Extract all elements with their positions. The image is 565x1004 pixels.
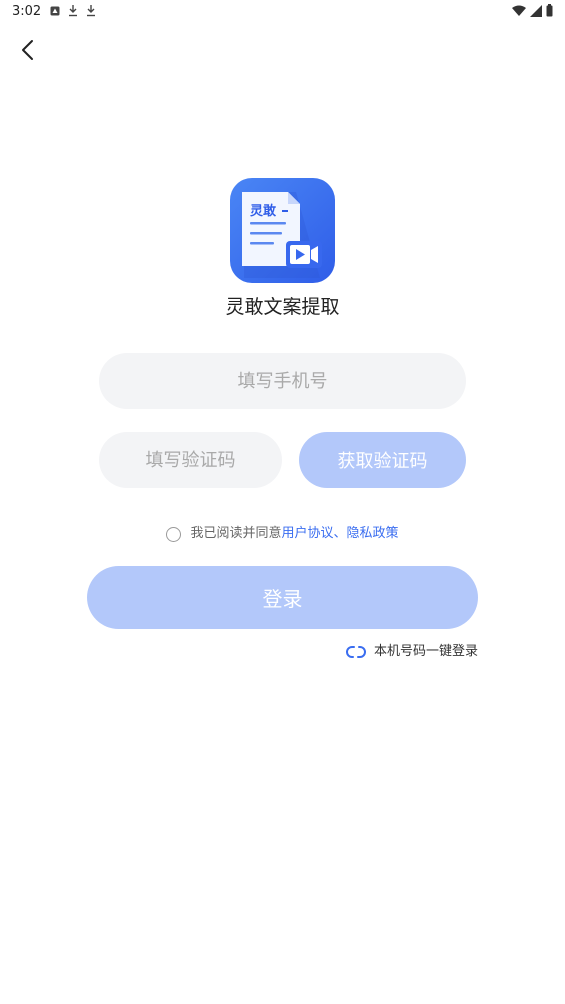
login-button[interactable]: 登录 xyxy=(87,566,478,629)
verification-code-input[interactable] xyxy=(99,432,282,488)
app-name: 灵敢文案提取 xyxy=(225,296,340,318)
status-time: 3:02 xyxy=(12,4,42,19)
logo-text: 灵敢 xyxy=(250,203,277,219)
one-click-login[interactable]: 本机号码一键登录 xyxy=(346,642,478,662)
agree-checkbox[interactable] xyxy=(166,526,182,542)
download-icon xyxy=(87,5,95,17)
phone-input[interactable] xyxy=(99,353,466,409)
login-screen: 3:02 灵敢 灵敢文案提取 填写手机号 填写验证码 获取验证码 我已阅读并同意… xyxy=(0,0,565,1004)
download-icon xyxy=(69,5,77,17)
status-icons-left xyxy=(50,4,96,17)
wifi-icon xyxy=(512,5,526,16)
privacy-policy-link[interactable]: 隐私政策 xyxy=(347,524,399,544)
agreement-row: 我已阅读并同意 用户协议 、 隐私政策 xyxy=(0,524,565,544)
back-button[interactable] xyxy=(14,36,42,64)
get-code-button[interactable]: 获取验证码 xyxy=(299,432,466,488)
one-click-label: 本机号码一键登录 xyxy=(373,644,478,659)
user-agreement-link[interactable]: 用户协议 xyxy=(281,524,333,544)
battery-icon xyxy=(546,4,553,17)
status-icons-right xyxy=(512,4,553,17)
get-code-label: 获取验证码 xyxy=(337,451,428,472)
chevron-left-icon xyxy=(22,40,33,60)
link-icon xyxy=(346,646,366,658)
status-bar: 3:02 xyxy=(0,0,565,24)
app-logo: 灵敢 xyxy=(230,178,335,283)
login-label: 登录 xyxy=(262,587,303,611)
notification-icon xyxy=(50,6,60,15)
signal-icon xyxy=(530,4,542,17)
agreement-prefix: 我已阅读并同意 xyxy=(190,526,282,541)
agreement-separator: 、 xyxy=(333,526,347,541)
document-video-icon: 灵敢 xyxy=(242,192,322,278)
